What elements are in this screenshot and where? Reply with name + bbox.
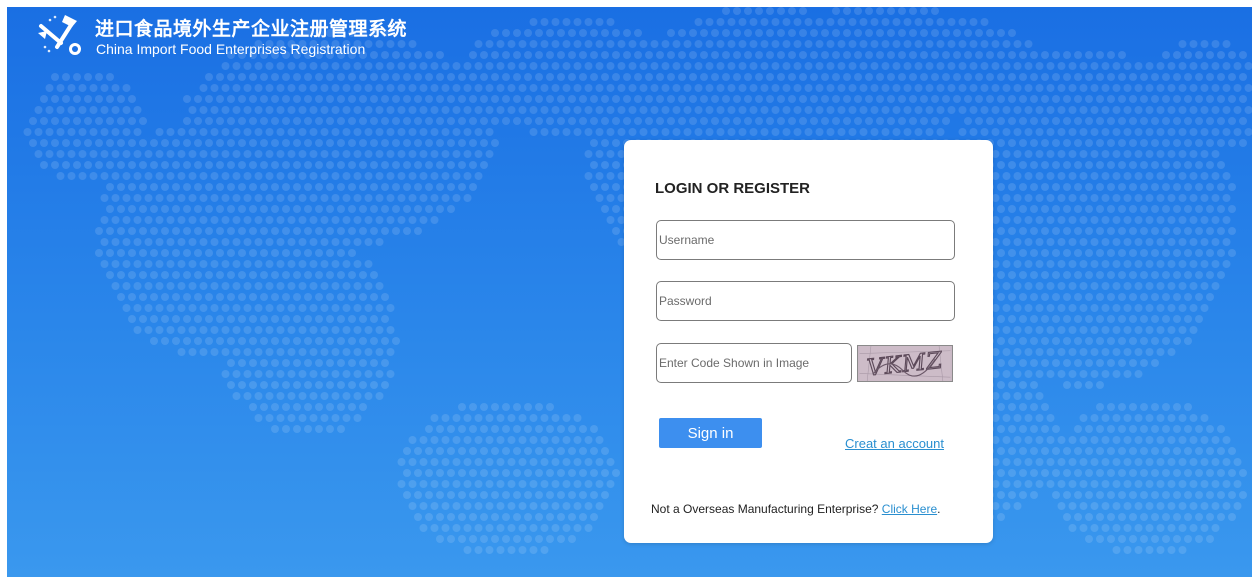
sign-in-button[interactable]: Sign in — [659, 418, 762, 448]
non-overseas-enterprise-note: Not a Overseas Manufacturing Enterprise?… — [651, 502, 940, 516]
login-page-background: 进口食品境外生产企业注册管理系统 China Import Food Enter… — [7, 7, 1252, 577]
captcha-image[interactable]: VKMZ — [857, 345, 953, 382]
login-card: LOGIN OR REGISTER VKMZ Sign in Creat an … — [624, 140, 993, 543]
footer-note-text: Not a Overseas Manufacturing Enterprise? — [651, 502, 882, 516]
login-heading: LOGIN OR REGISTER — [655, 180, 811, 197]
crossed-tools-logo-icon — [38, 15, 81, 55]
username-input[interactable] — [656, 220, 955, 260]
click-here-link[interactable]: Click Here — [882, 502, 937, 516]
captcha-input[interactable] — [656, 343, 852, 383]
create-account-link[interactable]: Creat an account — [845, 436, 944, 451]
password-input[interactable] — [656, 281, 955, 321]
system-title-chinese: 进口食品境外生产企业注册管理系统 — [95, 18, 408, 40]
system-title-english: China Import Food Enterprises Registrati… — [96, 41, 366, 57]
footer-note-end: . — [937, 502, 941, 516]
